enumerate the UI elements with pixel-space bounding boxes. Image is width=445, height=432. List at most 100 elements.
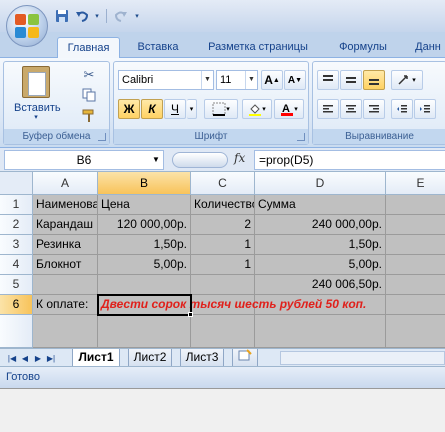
first-sheet-icon[interactable]: |◀ (6, 351, 18, 365)
cell-c2[interactable]: 2 (191, 215, 255, 235)
cell-b2[interactable]: 120 000,00р. (98, 215, 191, 235)
column-header-b[interactable]: B (98, 172, 191, 195)
cell-d4[interactable]: 5,00р. (255, 255, 386, 275)
tab-home[interactable]: Главная (57, 37, 120, 59)
clipboard-launcher-icon[interactable] (98, 133, 106, 141)
cell-b1[interactable]: Цена (98, 195, 191, 215)
row-header-3[interactable]: 3 (0, 235, 33, 255)
copy-icon[interactable] (80, 86, 98, 104)
cell-e5[interactable] (386, 275, 445, 295)
cell-b4[interactable]: 5,00р. (98, 255, 191, 275)
sheet-tab-3[interactable]: Лист3 (180, 349, 224, 367)
qat-customize-icon[interactable]: ▾ (133, 8, 141, 24)
borders-button[interactable]: ▾ (204, 99, 238, 119)
cell-e2[interactable] (386, 215, 445, 235)
column-header-e[interactable]: E (386, 172, 445, 195)
decrease-indent-button[interactable] (391, 99, 413, 119)
row-header-5[interactable]: 5 (0, 275, 33, 295)
cell-b3[interactable]: 1,50р. (98, 235, 191, 255)
spreadsheet-grid: A B C D E 1 2 3 4 5 6 Наименование Цена … (0, 172, 445, 348)
paste-button[interactable]: Вставить ▾ (14, 64, 61, 128)
cell-a1[interactable]: Наименование (33, 195, 98, 215)
italic-button[interactable]: К (141, 99, 163, 119)
sheet-tab-2[interactable]: Лист2 (128, 349, 172, 367)
grow-font-button[interactable]: A ▲ (261, 70, 283, 90)
row-header-1[interactable]: 1 (0, 195, 33, 215)
office-button[interactable] (6, 5, 48, 47)
cell-c4[interactable]: 1 (191, 255, 255, 275)
next-sheet-icon[interactable]: ▶ (32, 351, 44, 365)
format-painter-icon[interactable] (80, 107, 98, 125)
cell-c3[interactable]: 1 (191, 235, 255, 255)
title-bar: ▾ ▾ (0, 0, 445, 32)
formula-input[interactable]: =prop(D5) (254, 150, 445, 170)
align-middle-button[interactable] (340, 70, 362, 90)
tab-insert[interactable]: Вставка (126, 37, 190, 58)
cell-a5[interactable] (33, 275, 98, 295)
last-sheet-icon[interactable]: ▶| (45, 351, 57, 365)
formula-bar-resize-handle[interactable] (172, 152, 228, 168)
name-box[interactable]: B6 ▼ (4, 150, 164, 170)
cell-a2[interactable]: Карандаш (33, 215, 98, 235)
column-header-c[interactable]: C (191, 172, 255, 195)
row-header-2[interactable]: 2 (0, 215, 33, 235)
undo-icon[interactable] (74, 8, 90, 24)
select-all-corner[interactable] (0, 172, 33, 195)
row-header-6[interactable]: 6 (0, 295, 33, 315)
align-left-button[interactable] (317, 99, 339, 119)
fill-color-button[interactable]: ▾ (242, 99, 272, 119)
bold-button[interactable]: Ж (118, 99, 140, 119)
align-center-button[interactable] (340, 99, 362, 119)
prev-sheet-icon[interactable]: ◀ (19, 351, 31, 365)
cell-c7[interactable] (191, 315, 255, 348)
shrink-font-button[interactable]: A ▼ (284, 70, 306, 90)
cell-a3[interactable]: Резинка (33, 235, 98, 255)
underline-dropdown-icon[interactable]: ▾ (187, 99, 197, 119)
cell-d3[interactable]: 1,50р. (255, 235, 386, 255)
decrease-indent-icon (397, 105, 407, 113)
tab-page-layout[interactable]: Разметка страницы (198, 37, 318, 58)
increase-indent-button[interactable] (414, 99, 436, 119)
cell-e1[interactable] (386, 195, 445, 215)
cell-a6[interactable]: К оплате: (33, 295, 98, 315)
underline-button[interactable]: Ч (164, 99, 186, 119)
tab-data[interactable]: Данн (408, 37, 445, 58)
insert-sheet-button[interactable] (232, 349, 258, 367)
horizontal-scrollbar[interactable] (280, 351, 445, 365)
save-icon[interactable] (54, 8, 70, 24)
align-top-button[interactable] (317, 70, 339, 90)
cell-d2[interactable]: 240 000,00р. (255, 215, 386, 235)
insert-function-icon[interactable]: fx (234, 151, 245, 165)
cell-a7[interactable] (33, 315, 98, 348)
cell-c5[interactable] (191, 275, 255, 295)
column-header-d[interactable]: D (255, 172, 386, 195)
cell-a4[interactable]: Блокнот (33, 255, 98, 275)
font-color-button[interactable]: A ▾ (274, 99, 304, 119)
cell-c1[interactable]: Количество (191, 195, 255, 215)
row-header-7[interactable] (0, 315, 33, 348)
cell-d5[interactable]: 240 006,50р. (255, 275, 386, 295)
cut-icon[interactable]: ✂ (80, 66, 98, 84)
undo-dropdown-icon[interactable]: ▾ (94, 8, 100, 24)
cell-d7[interactable] (255, 315, 386, 348)
font-size-combo[interactable]: 11 ▼ (216, 70, 258, 90)
cell-e3[interactable] (386, 235, 445, 255)
orientation-button[interactable]: ▾ (391, 70, 423, 90)
font-launcher-icon[interactable] (297, 133, 305, 141)
align-bottom-button[interactable] (363, 70, 385, 90)
column-header-a[interactable]: A (33, 172, 98, 195)
redo-icon[interactable] (113, 8, 129, 24)
align-right-button[interactable] (363, 99, 385, 119)
cell-e4[interactable] (386, 255, 445, 275)
cell-b5[interactable] (98, 275, 191, 295)
row-header-4[interactable]: 4 (0, 255, 33, 275)
tab-formulas[interactable]: Формулы (328, 37, 398, 58)
cell-b7[interactable] (98, 315, 191, 348)
fill-handle[interactable] (188, 312, 193, 317)
font-size-value: 11 (220, 74, 232, 86)
cell-e7[interactable] (386, 315, 445, 348)
cell-e6[interactable] (386, 295, 445, 315)
font-name-value: Calibri (122, 74, 154, 86)
cell-d1[interactable]: Сумма (255, 195, 386, 215)
font-name-combo[interactable]: Calibri ▼ (118, 70, 214, 90)
